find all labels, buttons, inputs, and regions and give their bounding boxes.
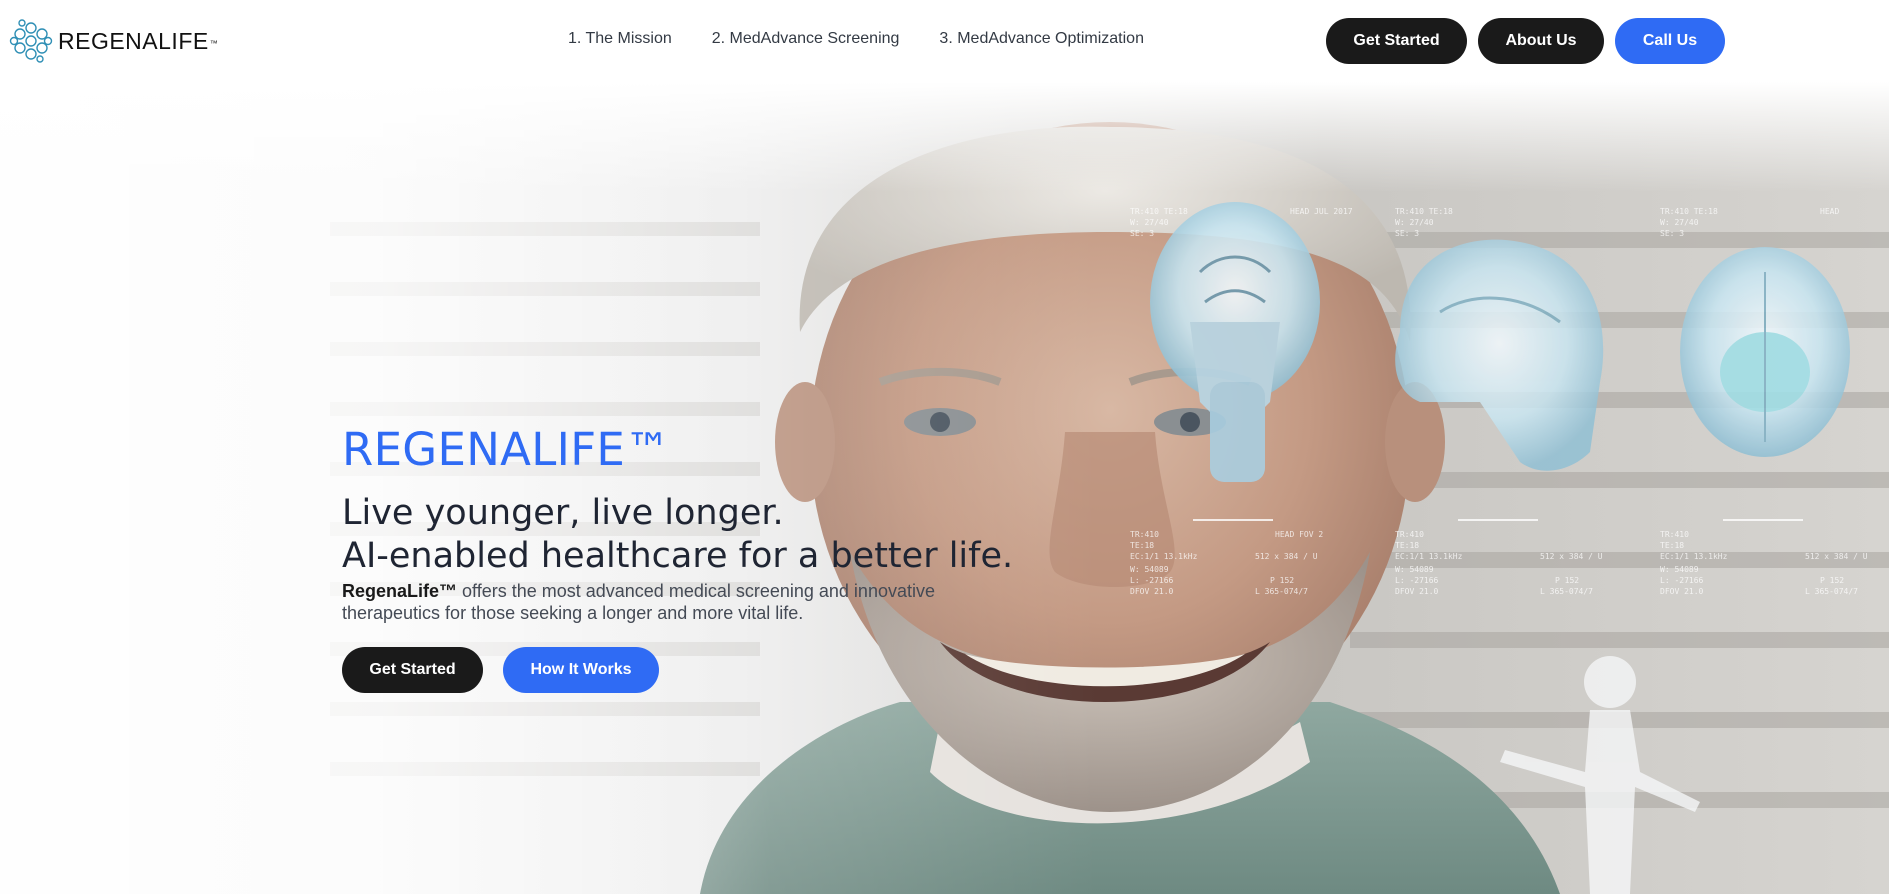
page: REGENALIFE ™ 1. The Mission 2. MedAdvanc… bbox=[0, 0, 1889, 894]
svg-text:HEAD FOV 2: HEAD FOV 2 bbox=[1275, 530, 1323, 539]
svg-text:DFOV 21.0: DFOV 21.0 bbox=[1130, 587, 1174, 596]
svg-text:512 x 384 / U: 512 x 384 / U bbox=[1805, 552, 1868, 561]
logo[interactable]: REGENALIFE ™ bbox=[8, 18, 218, 64]
svg-text:HEAD: HEAD bbox=[1820, 207, 1839, 216]
main-nav: 1. The Mission 2. MedAdvance Screening 3… bbox=[568, 30, 1184, 48]
svg-text:TR:410: TR:410 bbox=[1130, 530, 1159, 539]
svg-text:TE:18: TE:18 bbox=[1660, 541, 1684, 550]
svg-text:P 152: P 152 bbox=[1555, 576, 1579, 585]
header-about-us-button[interactable]: About Us bbox=[1478, 18, 1604, 64]
svg-text:EC:1/1 13.1kHz: EC:1/1 13.1kHz bbox=[1130, 552, 1198, 561]
svg-text:W: 27/40: W: 27/40 bbox=[1130, 218, 1169, 227]
hero-description-brand: RegenaLife™ bbox=[342, 581, 458, 601]
hero-top-fade bbox=[0, 82, 1889, 192]
nav-link-mission[interactable]: 1. The Mission bbox=[568, 30, 672, 48]
svg-text:DFOV 21.0: DFOV 21.0 bbox=[1660, 587, 1704, 596]
svg-text:TR:410: TR:410 bbox=[1660, 530, 1689, 539]
svg-text:HEAD JUL 2017: HEAD JUL 2017 bbox=[1290, 207, 1353, 216]
nav-link-medadvance-screening[interactable]: 2. MedAdvance Screening bbox=[712, 30, 900, 48]
site-header: REGENALIFE ™ 1. The Mission 2. MedAdvanc… bbox=[0, 0, 1889, 82]
hero-section: TR:410 TE:18 W: 27/40 SE: 3 HEAD JUL 201… bbox=[0, 82, 1889, 894]
svg-text:L: -27166: L: -27166 bbox=[1660, 576, 1704, 585]
svg-text:W: 27/40: W: 27/40 bbox=[1395, 218, 1434, 227]
header-actions: Get Started About Us Call Us bbox=[1326, 18, 1725, 64]
hero-description: RegenaLife™ offers the most advanced med… bbox=[342, 580, 982, 624]
svg-text:TR:410 TE:18: TR:410 TE:18 bbox=[1130, 207, 1188, 216]
svg-text:EC:1/1 13.1kHz: EC:1/1 13.1kHz bbox=[1395, 552, 1463, 561]
logo-trademark: ™ bbox=[209, 38, 218, 48]
logo-wordmark: REGENALIFE bbox=[58, 27, 209, 54]
svg-text:SE: 3: SE: 3 bbox=[1395, 229, 1419, 238]
svg-text:DFOV 21.0: DFOV 21.0 bbox=[1395, 587, 1439, 596]
svg-text:SE: 3: SE: 3 bbox=[1130, 229, 1154, 238]
hero-headline-line-2: AI-enabled healthcare for a better life. bbox=[342, 536, 1014, 576]
svg-text:W: 54089: W: 54089 bbox=[1660, 565, 1699, 574]
header-call-us-button[interactable]: Call Us bbox=[1615, 18, 1725, 64]
svg-text:L: -27166: L: -27166 bbox=[1395, 576, 1439, 585]
svg-text:EC:1/1 13.1kHz: EC:1/1 13.1kHz bbox=[1660, 552, 1728, 561]
svg-text:TE:18: TE:18 bbox=[1395, 541, 1419, 550]
svg-text:L 365-074/7: L 365-074/7 bbox=[1255, 587, 1308, 596]
hero-content: REGENALIFE™ Live younger, live longer. A… bbox=[342, 422, 1062, 693]
header-get-started-button[interactable]: Get Started bbox=[1326, 18, 1467, 64]
svg-text:W: 27/40: W: 27/40 bbox=[1660, 218, 1699, 227]
molecule-cluster-icon bbox=[9, 19, 53, 63]
nav-link-medadvance-optimization[interactable]: 3. MedAdvance Optimization bbox=[939, 30, 1144, 48]
hero-get-started-button[interactable]: Get Started bbox=[342, 647, 483, 693]
svg-text:L: -27166: L: -27166 bbox=[1130, 576, 1174, 585]
hero-headline: Live younger, live longer. AI-enabled he… bbox=[342, 492, 1062, 578]
svg-text:L 365-074/7: L 365-074/7 bbox=[1540, 587, 1593, 596]
svg-text:W: 54089: W: 54089 bbox=[1130, 565, 1169, 574]
svg-text:W: 54089: W: 54089 bbox=[1395, 565, 1434, 574]
svg-text:TR:410 TE:18: TR:410 TE:18 bbox=[1660, 207, 1718, 216]
hero-brand-title: REGENALIFE™ bbox=[342, 423, 671, 476]
svg-text:L 365-074/7: L 365-074/7 bbox=[1805, 587, 1858, 596]
svg-text:512 x 384 / U: 512 x 384 / U bbox=[1255, 552, 1318, 561]
svg-text:TR:410 TE:18: TR:410 TE:18 bbox=[1395, 207, 1453, 216]
svg-text:P 152: P 152 bbox=[1820, 576, 1844, 585]
svg-text:SE: 3: SE: 3 bbox=[1660, 229, 1684, 238]
hero-how-it-works-button[interactable]: How It Works bbox=[503, 647, 659, 693]
hero-buttons: Get Started How It Works bbox=[342, 647, 1062, 693]
svg-text:512 x 384 / U: 512 x 384 / U bbox=[1540, 552, 1603, 561]
hero-headline-line-1: Live younger, live longer. bbox=[342, 493, 784, 533]
svg-text:TE:18: TE:18 bbox=[1130, 541, 1154, 550]
svg-text:TR:410: TR:410 bbox=[1395, 530, 1424, 539]
svg-text:P 152: P 152 bbox=[1270, 576, 1294, 585]
